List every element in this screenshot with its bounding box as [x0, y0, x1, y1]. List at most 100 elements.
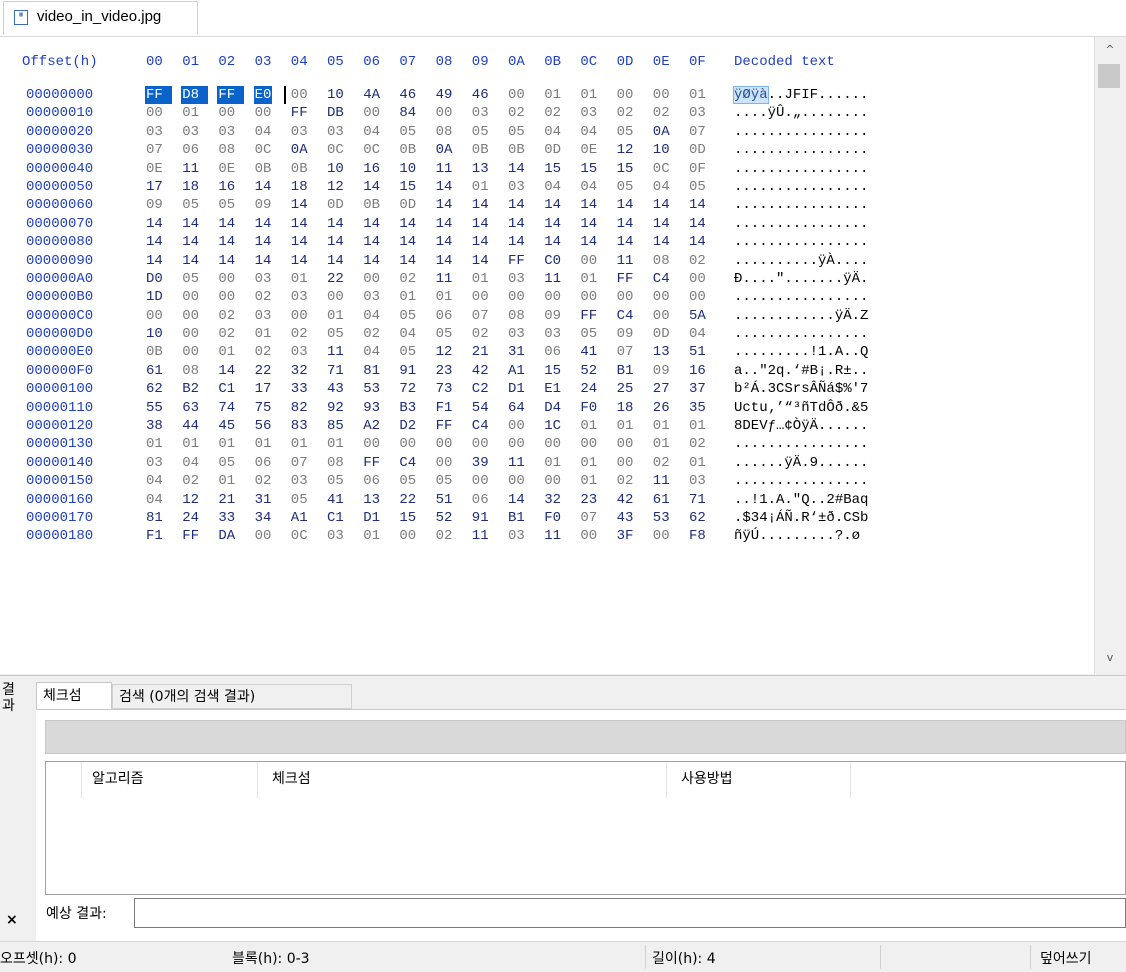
hex-byte[interactable]: 03: [508, 178, 525, 196]
hex-byte[interactable]: 14: [146, 233, 163, 251]
hex-byte[interactable]: 01: [544, 86, 561, 104]
hex-byte[interactable]: 04: [580, 123, 597, 141]
hex-byte[interactable]: 14: [218, 362, 235, 380]
hex-byte[interactable]: 31: [508, 343, 525, 361]
vertical-scrollbar[interactable]: ^ v: [1094, 37, 1126, 674]
hex-byte[interactable]: 15: [617, 160, 634, 178]
hex-byte[interactable]: 01: [218, 343, 235, 361]
hex-byte[interactable]: 11: [508, 454, 525, 472]
hex-row[interactable]: 00000050 17 18 16 14 18 12 14 15 14 01 03 04 04 05 04 05…: [0, 178, 1094, 196]
hex-byte[interactable]: 12: [327, 178, 344, 196]
column-checksum[interactable]: 체크섬: [258, 762, 667, 798]
hex-byte[interactable]: 14: [363, 233, 380, 251]
decoded-text[interactable]: ....ÿÛ.„........: [734, 104, 868, 122]
hex-byte[interactable]: 14: [436, 215, 453, 233]
hex-byte[interactable]: 14: [327, 252, 344, 270]
hex-byte[interactable]: 07: [689, 123, 706, 141]
hex-byte[interactable]: 01: [255, 435, 272, 453]
hex-row[interactable]: 00000120 38 44 45 56 83 85 A2 D2 FF C4 00 1C 01 01 01 01…: [0, 417, 1094, 435]
hex-byte[interactable]: 24: [182, 509, 199, 527]
hex-byte[interactable]: 07: [580, 509, 597, 527]
status-mode[interactable]: 덮어쓰기: [1040, 948, 1092, 968]
hex-byte[interactable]: 14: [580, 215, 597, 233]
hex-byte[interactable]: 03: [182, 123, 199, 141]
hex-row[interactable]: 00000160 04 12 21 31 05 41 13 22 51 06 14 32 23 42 61 71…: [0, 491, 1094, 509]
decoded-text[interactable]: ..........ÿÀ....: [734, 252, 868, 270]
hex-byte[interactable]: 00: [580, 527, 597, 545]
hex-byte[interactable]: 00: [617, 454, 634, 472]
hex-byte[interactable]: 14: [436, 233, 453, 251]
hex-byte[interactable]: FF: [145, 86, 172, 104]
hex-byte[interactable]: B1: [508, 509, 525, 527]
hex-byte[interactable]: 73: [436, 380, 453, 398]
hex-byte[interactable]: 07: [146, 141, 163, 159]
hex-byte[interactable]: 14: [146, 252, 163, 270]
hex-byte[interactable]: 00: [508, 435, 525, 453]
hex-byte[interactable]: 85: [327, 417, 344, 435]
hex-byte[interactable]: DA: [218, 527, 235, 545]
hex-byte[interactable]: 04: [544, 123, 561, 141]
hex-byte[interactable]: 06: [363, 472, 380, 490]
hex-byte[interactable]: 09: [146, 196, 163, 214]
hex-byte[interactable]: 04: [399, 325, 416, 343]
hex-byte[interactable]: 00: [182, 325, 199, 343]
hex-byte[interactable]: 00: [436, 104, 453, 122]
hex-byte[interactable]: 11: [182, 160, 199, 178]
hex-row[interactable]: 00000130 01 01 01 01 01 01 00 00 00 00 00 00 00 00 01 02…: [0, 435, 1094, 453]
hex-byte[interactable]: D1: [508, 380, 525, 398]
hex-byte[interactable]: 00: [182, 307, 199, 325]
hex-byte[interactable]: 05: [580, 325, 597, 343]
hex-byte[interactable]: 18: [182, 178, 199, 196]
hex-byte[interactable]: 13: [653, 343, 670, 361]
hex-row[interactable]: 00000010 00 01 00 00 FF DB 00 84 00 03 02 02 03 02 02 03…: [0, 104, 1094, 122]
hex-byte[interactable]: 02: [291, 325, 308, 343]
hex-byte[interactable]: 14: [218, 252, 235, 270]
hex-byte[interactable]: 03: [255, 270, 272, 288]
hex-byte[interactable]: 01: [689, 417, 706, 435]
hex-byte[interactable]: 46: [472, 86, 489, 104]
hex-byte[interactable]: A2: [363, 417, 380, 435]
hex-byte[interactable]: D0: [146, 270, 163, 288]
hex-byte[interactable]: 12: [182, 491, 199, 509]
hex-byte[interactable]: 02: [689, 435, 706, 453]
hex-byte[interactable]: 14: [617, 196, 634, 214]
column-usage[interactable]: 사용방법: [667, 762, 851, 798]
hex-byte[interactable]: 00: [508, 86, 525, 104]
hex-byte[interactable]: 52: [580, 362, 597, 380]
hex-byte[interactable]: 01: [182, 104, 199, 122]
hex-byte[interactable]: 11: [653, 472, 670, 490]
hex-row[interactable]: 00000070 14 14 14 14 14 14 14 14 14 14 14 14 14 14 14 14…: [0, 215, 1094, 233]
hex-byte[interactable]: 01: [617, 417, 634, 435]
hex-byte[interactable]: 00: [255, 527, 272, 545]
hex-byte[interactable]: 00: [363, 104, 380, 122]
hex-byte[interactable]: 05: [436, 472, 453, 490]
hex-byte[interactable]: 08: [508, 307, 525, 325]
hex-byte[interactable]: 0B: [508, 141, 525, 159]
hex-byte[interactable]: 0F: [689, 160, 706, 178]
hex-byte[interactable]: 14: [617, 233, 634, 251]
hex-byte[interactable]: 05: [399, 343, 416, 361]
hex-byte[interactable]: 14: [182, 233, 199, 251]
hex-byte[interactable]: 43: [617, 509, 634, 527]
hex-byte[interactable]: 22: [327, 270, 344, 288]
hex-byte[interactable]: 02: [617, 104, 634, 122]
hex-byte[interactable]: C4: [472, 417, 489, 435]
hex-byte[interactable]: 41: [580, 343, 597, 361]
hex-byte[interactable]: 23: [436, 362, 453, 380]
hex-byte[interactable]: 10: [146, 325, 163, 343]
hex-byte[interactable]: C4: [399, 454, 416, 472]
hex-byte[interactable]: A1: [508, 362, 525, 380]
hex-row[interactable]: 00000100 62 B2 C1 17 33 43 53 72 73 C2 D1 E1 24 25 27 37…: [0, 380, 1094, 398]
hex-byte[interactable]: 10: [399, 160, 416, 178]
hex-byte[interactable]: 61: [146, 362, 163, 380]
tab-search[interactable]: 검색 (0개의 검색 결과): [112, 684, 352, 709]
hex-byte[interactable]: 00: [689, 270, 706, 288]
hex-byte[interactable]: C4: [617, 307, 634, 325]
hex-byte[interactable]: 00: [617, 86, 634, 104]
hex-byte[interactable]: 0E: [146, 160, 163, 178]
hex-row[interactable]: 000000E0 0B 00 01 02 03 11 04 05 12 21 31 06 41 07 13 51…: [0, 343, 1094, 361]
hex-byte[interactable]: 01: [544, 454, 561, 472]
hex-row[interactable]: 00000140 03 04 05 06 07 08 FF C4 00 39 11 01 01 00 02 01…: [0, 454, 1094, 472]
hex-byte[interactable]: F8: [689, 527, 706, 545]
hex-byte[interactable]: 14: [218, 215, 235, 233]
